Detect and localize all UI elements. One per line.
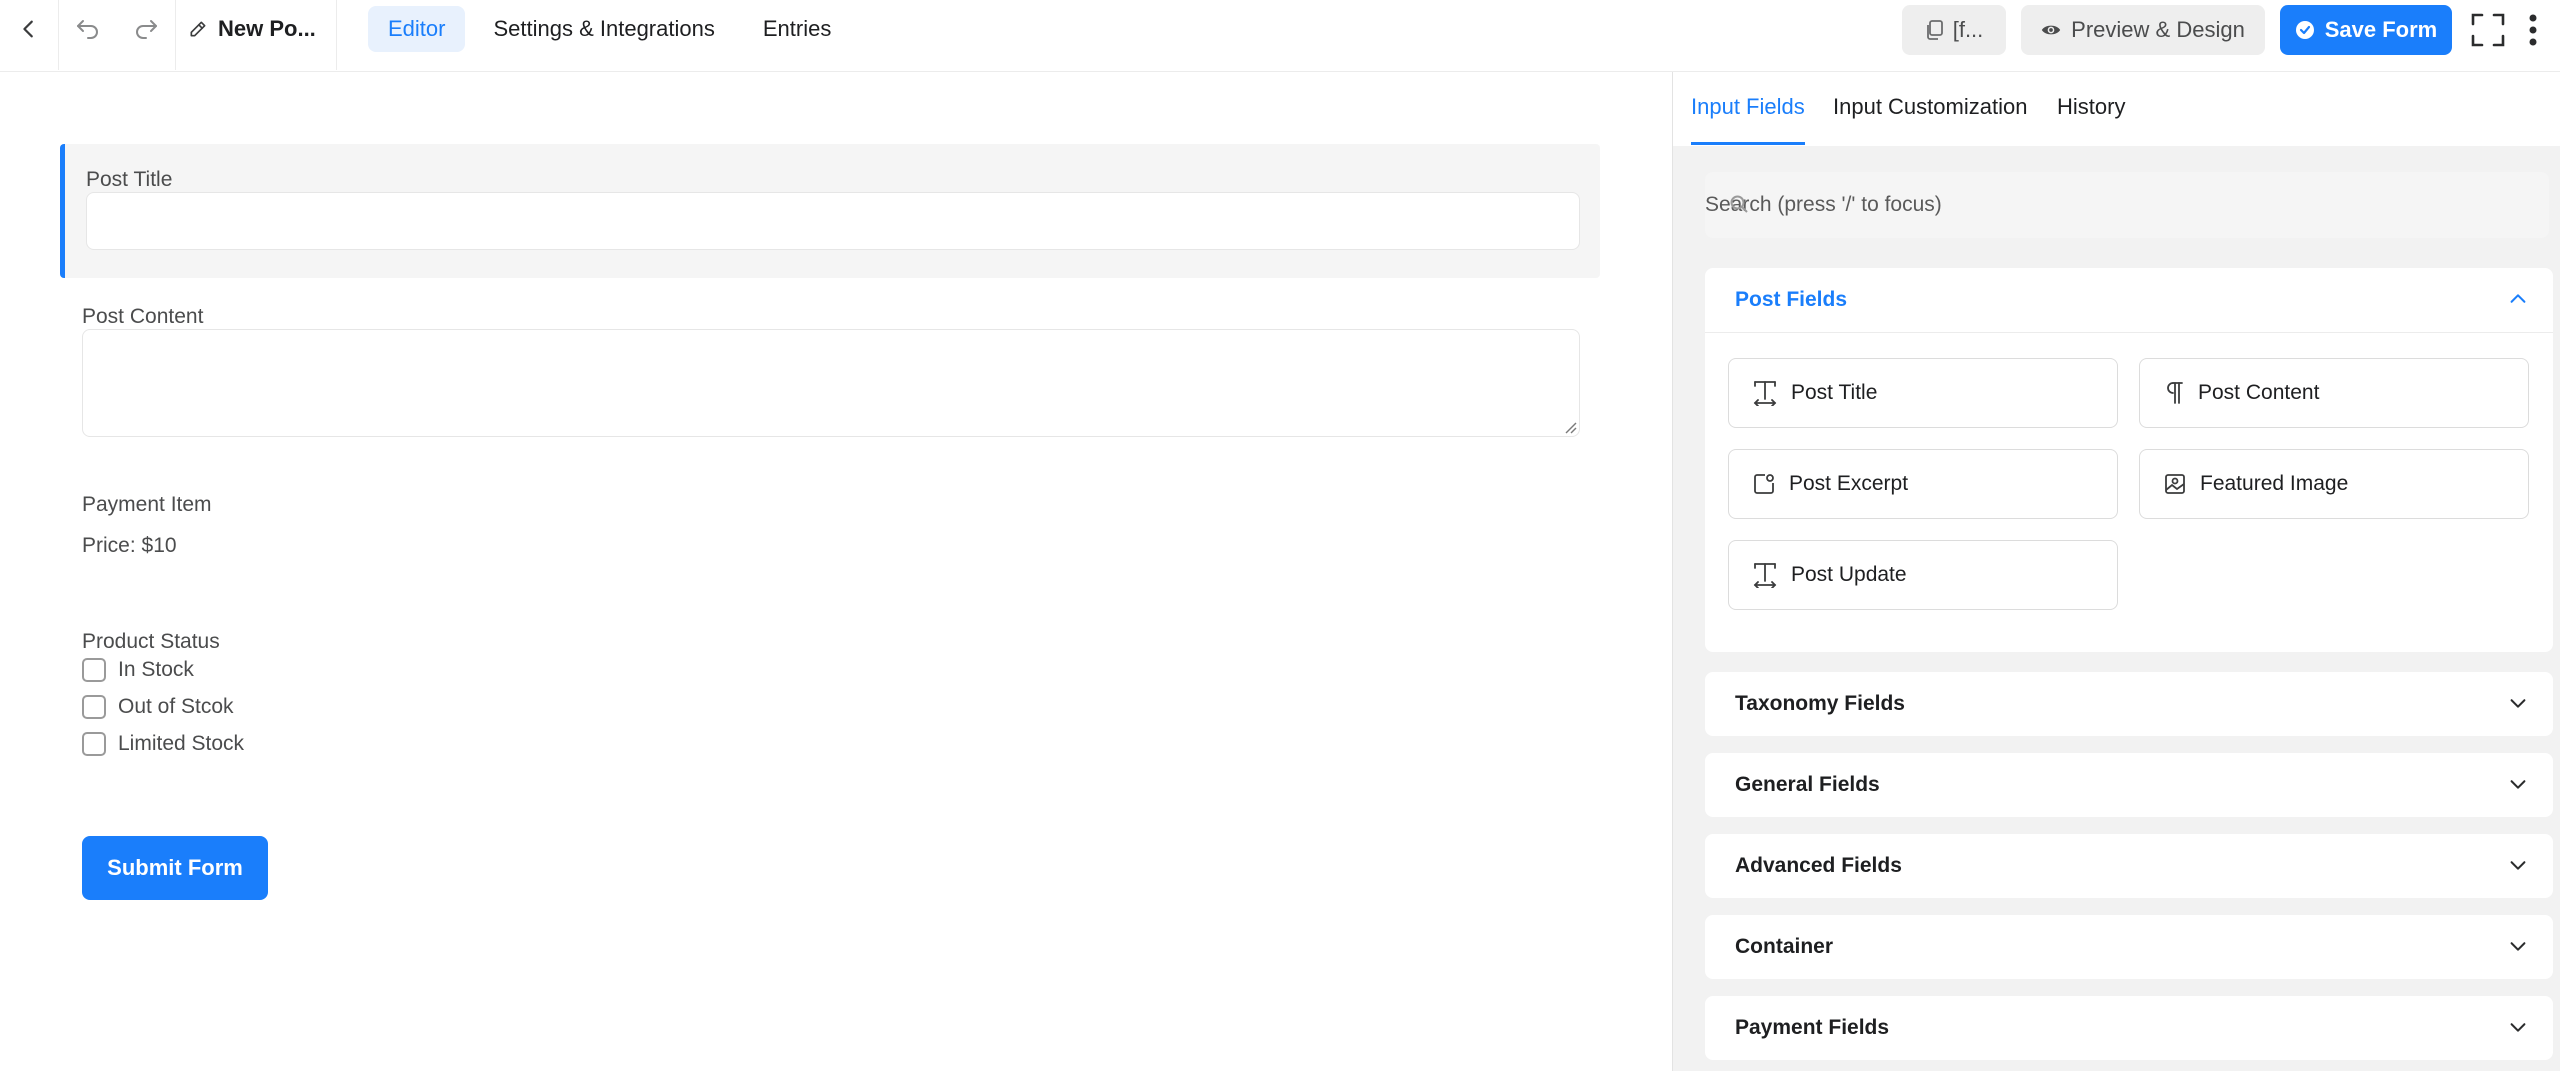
panel-title: Taxonomy Fields (1735, 692, 1905, 715)
post-title-label: Post Title (86, 168, 173, 191)
search-icon (1730, 195, 1748, 213)
more-options-button[interactable] (2518, 10, 2548, 50)
fullscreen-button[interactable] (2468, 10, 2508, 50)
save-form-button[interactable]: Save Form (2280, 5, 2452, 55)
field-card-post-title[interactable]: Post Title (1728, 358, 2118, 428)
advanced-fields-panel[interactable]: Advanced Fields (1705, 834, 2553, 898)
panel-title: Payment Fields (1735, 1016, 1890, 1039)
panel-title: General Fields (1735, 773, 1880, 796)
status-option-in-stock[interactable]: In Stock (82, 658, 194, 682)
active-tab-indicator (1691, 142, 1805, 145)
field-card-featured-image[interactable]: Featured Image (2139, 449, 2529, 519)
resize-handle-icon[interactable] (1561, 418, 1577, 434)
panel-title: Advanced Fields (1735, 854, 1902, 877)
chevron-up-icon[interactable] (2507, 288, 2529, 310)
tab-settings-integrations[interactable]: Settings & Integrations (473, 6, 734, 52)
tab-editor[interactable]: Editor (368, 6, 466, 52)
option-label: Out of Stcok (118, 695, 234, 718)
shortcode-label: [f... (1952, 17, 1984, 42)
general-fields-panel[interactable]: General Fields (1705, 753, 2553, 817)
option-label: In Stock (118, 658, 194, 681)
chevron-down-icon (2510, 1023, 2526, 1032)
tab-input-customization[interactable]: Input Customization (1833, 94, 2027, 120)
chevron-down-icon (2510, 699, 2526, 708)
post-content-label: Post Content (82, 305, 204, 328)
container-panel[interactable]: Container (1705, 915, 2553, 979)
sidebar-tabs: Input Fields Input Customization History (1673, 72, 2560, 146)
toolbar-divider (175, 0, 176, 70)
tab-entries[interactable]: Entries (743, 6, 851, 52)
image-icon (2165, 474, 2185, 494)
status-option-out-of-stock[interactable]: Out of Stcok (82, 695, 234, 719)
field-card-post-update[interactable]: Post Update (1728, 540, 2118, 610)
tab-history[interactable]: History (2057, 94, 2125, 120)
tab-input-fields[interactable]: Input Fields (1691, 94, 1805, 120)
check-circle-icon (2295, 21, 2314, 39)
fields-sidebar: Input Fields Input Customization History… (1672, 72, 2560, 1071)
excerpt-icon (1754, 474, 1774, 494)
field-card-post-excerpt[interactable]: Post Excerpt (1728, 449, 2118, 519)
text-cursor-icon (1753, 381, 1777, 406)
panel-title: Container (1735, 935, 1834, 958)
form-name: New Po... (218, 16, 316, 41)
text-cursor-icon (1753, 563, 1777, 588)
price-text: Price: $10 (82, 534, 177, 557)
fullscreen-icon (2471, 13, 2505, 47)
field-card-label: Post Update (1791, 563, 1907, 586)
chevron-left-icon (23, 20, 33, 38)
checkbox[interactable] (82, 658, 106, 682)
chevron-down-icon (2510, 861, 2526, 870)
option-label: Limited Stock (118, 732, 245, 755)
checkbox[interactable] (82, 732, 106, 756)
post-title-input[interactable] (86, 192, 1580, 250)
eye-icon (2042, 25, 2061, 35)
form-name-edit[interactable]: New Po... (188, 0, 316, 58)
toolbar-divider (58, 0, 59, 70)
copy-icon (1926, 20, 1943, 40)
preview-label: Preview & Design (2071, 17, 2245, 42)
paragraph-icon (2167, 382, 2183, 404)
checkbox[interactable] (82, 695, 106, 719)
toolbar-divider (336, 0, 337, 70)
taxonomy-fields-panel[interactable]: Taxonomy Fields (1705, 672, 2553, 736)
field-card-label: Post Title (1791, 381, 1878, 404)
field-card-post-content[interactable]: Post Content (2139, 358, 2529, 428)
back-button[interactable] (0, 0, 58, 58)
field-search-input[interactable]: Search (press '/' to focus) (1705, 172, 2549, 238)
payment-item-label: Payment Item (82, 493, 212, 516)
field-card-label: Featured Image (2200, 472, 2349, 495)
copy-shortcode-button[interactable]: [f... (1902, 5, 2006, 55)
pencil-icon (190, 21, 206, 37)
more-vertical-icon (2529, 14, 2537, 46)
chevron-down-icon (2510, 942, 2526, 951)
top-toolbar: New Po... Editor Settings & Integrations… (0, 0, 2560, 72)
main-nav-tabs: Editor Settings & Integrations Entries (368, 6, 851, 52)
preview-design-button[interactable]: Preview & Design (2021, 5, 2265, 55)
status-option-limited-stock[interactable]: Limited Stock (82, 732, 244, 756)
post-fields-header[interactable]: Post Fields (1735, 268, 1847, 332)
submit-form-button[interactable]: Submit Form (82, 836, 268, 900)
field-card-label: Post Excerpt (1789, 472, 1909, 495)
redo-button[interactable] (118, 0, 174, 58)
payment-fields-panel[interactable]: Payment Fields (1705, 996, 2553, 1060)
undo-icon (77, 20, 98, 39)
save-label: Save Form (2324, 17, 2438, 42)
undo-button[interactable] (60, 0, 116, 58)
product-status-label: Product Status (82, 630, 220, 653)
field-card-label: Post Content (2198, 381, 2320, 404)
panel-divider (1705, 332, 2553, 333)
chevron-down-icon (2510, 780, 2526, 789)
post-fields-panel: Post Fields Post Title Post Content Post… (1705, 268, 2553, 652)
post-content-textarea[interactable] (82, 329, 1580, 437)
redo-icon (136, 20, 157, 39)
